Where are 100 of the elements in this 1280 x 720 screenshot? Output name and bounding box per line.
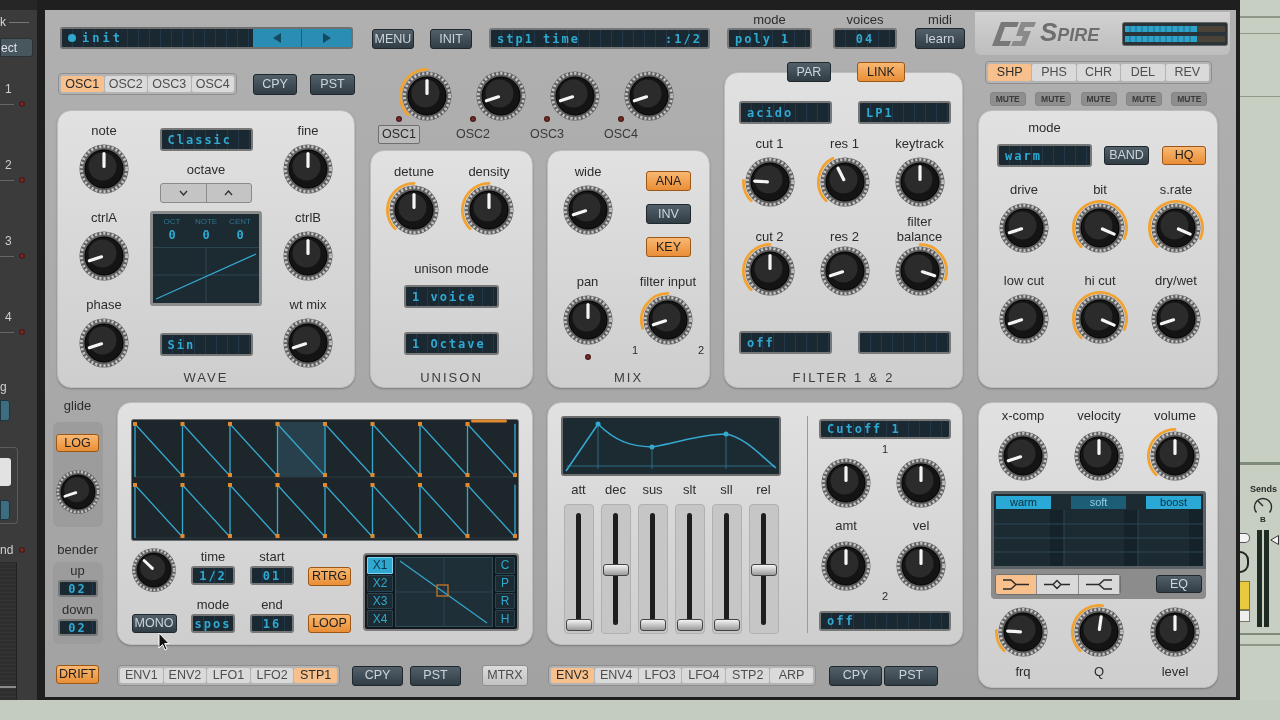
lcd-display[interactable]: 02	[57, 580, 98, 597]
slider-track[interactable]	[563, 504, 594, 634]
tab[interactable]: SHP	[988, 64, 1032, 81]
toggle-button[interactable]: KEY	[646, 237, 691, 257]
tab[interactable]: ARP	[770, 668, 813, 683]
init-button[interactable]: INIT	[430, 29, 472, 49]
toggle-button[interactable]: LOG	[56, 434, 99, 452]
lcd-display[interactable]: 1/2	[191, 566, 235, 585]
oscillator-label[interactable]: OSC2	[451, 125, 494, 144]
mute-button[interactable]: MUTE	[1035, 92, 1072, 106]
tab[interactable]: LFO4	[682, 668, 726, 683]
filter-shape-button[interactable]	[1037, 574, 1079, 594]
mute-button[interactable]: MUTE	[1080, 92, 1117, 106]
lcd-display[interactable]: off	[819, 611, 951, 631]
slider-track[interactable]	[637, 504, 668, 634]
tab[interactable]: OSC4	[191, 76, 234, 92]
lcd-display[interactable]: LP1	[858, 101, 951, 124]
slider-thumb[interactable]	[676, 619, 703, 631]
lcd-display[interactable]: 16	[250, 614, 294, 633]
paste-button[interactable]: PST	[410, 665, 461, 686]
eq-mode-button[interactable]: warm	[996, 496, 1051, 509]
tab[interactable]: LFO3	[638, 668, 682, 683]
lcd-display[interactable]: Sin	[159, 333, 253, 356]
knob[interactable]	[1240, 551, 1249, 573]
slider-track[interactable]	[748, 504, 779, 634]
menu-button[interactable]: MENU	[372, 29, 414, 49]
filter-shape-button[interactable]	[996, 574, 1038, 594]
slider-track[interactable]	[674, 504, 705, 634]
select-button[interactable]: ect	[0, 38, 33, 57]
toggle-button[interactable]: EQ	[1156, 575, 1202, 593]
lcd-display[interactable]	[858, 331, 951, 354]
oscillator-label[interactable]: OSC3	[525, 125, 568, 144]
slider-thumb[interactable]	[639, 619, 666, 631]
toggle-button[interactable]: INV	[646, 204, 691, 224]
mode-button[interactable]: C	[495, 557, 515, 574]
paste-button[interactable]: PST	[310, 73, 355, 95]
next-preset-button[interactable]	[302, 29, 351, 47]
tab[interactable]: ENV3	[551, 668, 594, 683]
lcd-display[interactable]: 1 Octave	[404, 332, 499, 355]
toggle-button[interactable]: HQ	[1162, 146, 1206, 165]
lcd-display[interactable]: spos	[191, 614, 235, 633]
slot-button[interactable]: X1	[367, 557, 393, 574]
lcd-display[interactable]: 01	[250, 566, 294, 585]
previous-preset-button[interactable]	[253, 29, 302, 47]
track-button[interactable]	[1240, 533, 1250, 543]
toggle-button[interactable]: BAND	[1104, 146, 1149, 165]
slider-track[interactable]	[711, 504, 742, 634]
tab[interactable]: LFO2	[250, 668, 294, 683]
tab[interactable]: LFO1	[207, 668, 250, 683]
tab[interactable]: PHS	[1032, 64, 1076, 81]
slot-button[interactable]: X4	[367, 610, 393, 627]
toggle-button[interactable]: DRIFT	[56, 665, 99, 684]
slider-thumb[interactable]	[565, 619, 592, 631]
slider-thumb[interactable]	[602, 564, 629, 576]
tab[interactable]: REV	[1165, 64, 1210, 81]
mute-button[interactable]: MUTE	[989, 92, 1026, 106]
toggle-button[interactable]: LOOP	[308, 614, 351, 633]
track-button[interactable]	[0, 458, 11, 486]
tab[interactable]: STP2	[726, 668, 770, 683]
lcd-display[interactable]: Classic	[159, 128, 253, 151]
slider-track[interactable]	[600, 504, 631, 634]
midi-learn-button[interactable]: learn	[915, 28, 965, 49]
mode-button[interactable]: H	[495, 610, 515, 627]
copy-button[interactable]: CPY	[352, 665, 403, 686]
tab[interactable]: OSC2	[104, 76, 147, 92]
tab[interactable]: ENV2	[163, 668, 207, 683]
toggle-button[interactable]: MTRX	[482, 665, 528, 686]
tab[interactable]: CHR	[1076, 64, 1121, 81]
eq-mode-button[interactable]: boost	[1146, 496, 1201, 509]
lcd-display[interactable]: 1 voice	[404, 285, 499, 308]
lcd-display[interactable]: off	[739, 331, 832, 354]
track-button[interactable]	[0, 400, 10, 421]
lcd-display[interactable]: 02	[57, 619, 98, 636]
toggle-button[interactable]: RTRG	[308, 567, 351, 586]
slider-thumb[interactable]	[750, 564, 777, 576]
tab[interactable]: OSC1	[61, 76, 104, 92]
toggle-button[interactable]: LINK	[857, 62, 905, 82]
paste-button[interactable]: PST	[884, 665, 938, 686]
filter-shape-button[interactable]	[1078, 574, 1120, 594]
toggle-button[interactable]: PAR	[787, 62, 831, 82]
tab[interactable]: ENV1	[120, 668, 163, 683]
tab[interactable]: STP1	[294, 668, 337, 683]
copy-button[interactable]: CPY	[829, 665, 882, 686]
mute-button[interactable]: MUTE	[1171, 92, 1208, 106]
eq-mode-button[interactable]: soft	[1071, 496, 1126, 509]
toggle-button[interactable]: MONO	[131, 614, 177, 633]
tab[interactable]: ENV4	[594, 668, 638, 683]
tab[interactable]: DEL	[1121, 64, 1165, 81]
lcd-display[interactable]: Cutoff 1	[819, 419, 951, 439]
knob[interactable]	[129, 545, 179, 595]
oscillator-label[interactable]: OSC4	[599, 125, 642, 144]
lcd-display[interactable]: acido	[739, 101, 832, 124]
lcd-display[interactable]: 04	[833, 28, 897, 49]
tab[interactable]: OSC3	[148, 76, 191, 92]
mute-button[interactable]: MUTE	[1125, 92, 1162, 106]
toggle-button[interactable]: ANA	[646, 171, 691, 191]
lcd-display[interactable]: warm	[997, 144, 1092, 167]
slider-thumb[interactable]	[713, 619, 740, 631]
lcd-display[interactable]: poly 1	[727, 28, 812, 49]
send-knob[interactable]	[1253, 497, 1273, 515]
